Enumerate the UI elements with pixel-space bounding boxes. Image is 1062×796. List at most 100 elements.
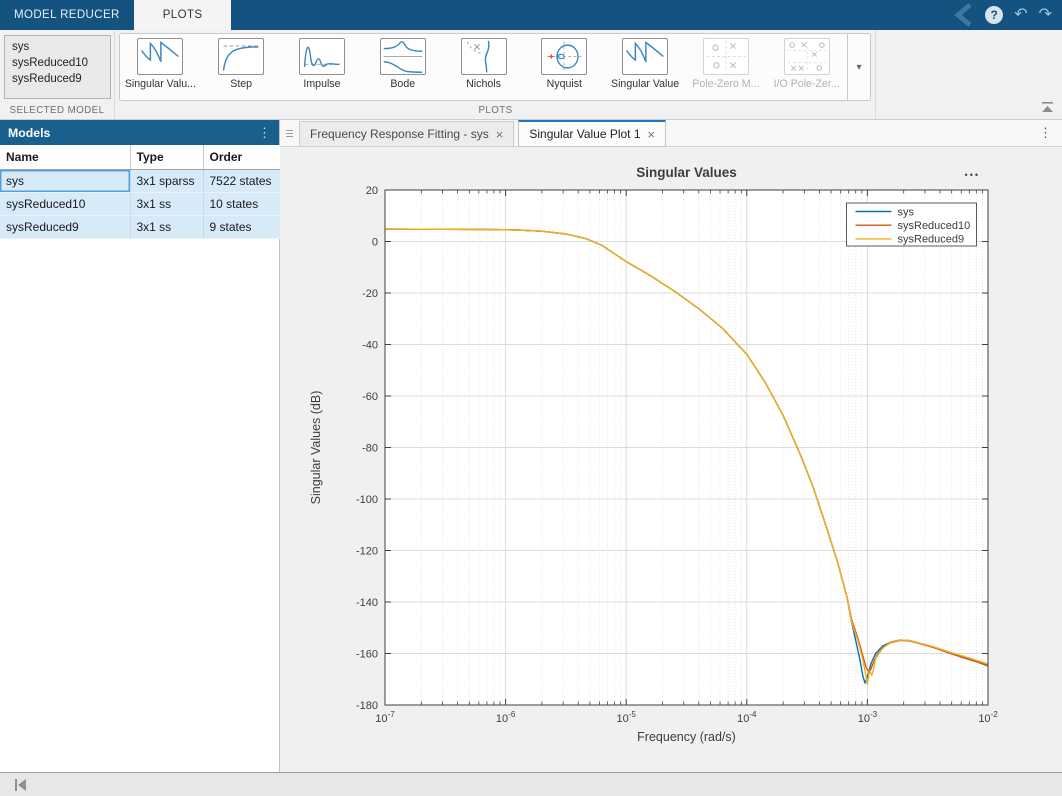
skip-to-start-icon[interactable] (14, 777, 28, 793)
models-panel-header: Models ⋮ (0, 120, 279, 145)
model-order-cell: 10 states (203, 193, 280, 216)
chevron-down-icon: ▾ (857, 62, 862, 73)
gallery-item-step[interactable]: Step (201, 34, 282, 100)
document-tabbar: Frequency Response Fitting - sys × Singu… (280, 120, 1062, 147)
singular-values-chart: 10-710-610-510-410-310-2200-20-40-60-80-… (280, 147, 1062, 772)
y-tick-label: -100 (356, 494, 378, 506)
chevron-left-icon (952, 3, 974, 27)
legend-entry-label: sysReduced9 (898, 234, 965, 246)
selected-model-line: sysReduced9 (12, 71, 103, 87)
models-panel-title: Models (8, 126, 50, 140)
selected-model-box[interactable]: sys sysReduced10 sysReduced9 (4, 35, 111, 99)
legend-entry-label: sys (898, 206, 915, 218)
collapse-ribbon-button[interactable] (1040, 101, 1055, 114)
panel-grip-icon[interactable] (280, 120, 296, 146)
model-name-cell: sysReduced9 (0, 216, 130, 239)
tab-frequency-response-fitting[interactable]: Frequency Response Fitting - sys × (299, 121, 514, 146)
y-tick-label: -160 (356, 649, 378, 661)
plots-gallery-section: Singular Valu... Step Impulse (116, 30, 876, 119)
gallery-item-label: Step (230, 78, 252, 90)
table-row[interactable]: sysReduced9 3x1 ss 9 states (0, 216, 280, 239)
chart-title: Singular Values (636, 165, 737, 180)
gallery-item-bode[interactable]: Bode (362, 34, 443, 100)
gallery-item-singular-value[interactable]: Singular Value (605, 34, 686, 100)
table-row[interactable]: sysReduced10 3x1 ss 10 states (0, 193, 280, 216)
y-tick-label: -180 (356, 700, 378, 712)
gallery-item-label: Nichols (466, 78, 501, 90)
gallery-item-label: I/O Pole-Zer... (774, 78, 840, 90)
tab-label: Frequency Response Fitting - sys (310, 127, 489, 141)
gallery-item-label: Bode (390, 78, 415, 90)
document-menu-icon[interactable]: ⋮ (1039, 125, 1062, 141)
gallery-item-label: Singular Value (611, 78, 679, 90)
ribbon-body: sys sysReduced10 sysReduced9 SELECTED MO… (0, 30, 1062, 120)
legend-entry-label: sysReduced10 (898, 220, 971, 232)
y-tick-label: -20 (362, 288, 378, 300)
close-icon[interactable]: × (648, 127, 656, 142)
axes-options-icon[interactable]: ••• (965, 170, 980, 180)
nichols-plot-icon (461, 38, 507, 75)
selected-model-caption: SELECTED MODEL (0, 105, 114, 116)
gallery-item-io-pole-zero: I/O Pole-Zer... (766, 34, 847, 100)
y-tick-label: -120 (356, 546, 378, 558)
nyquist-plot-icon (541, 38, 587, 75)
x-tick-label: 10-4 (737, 710, 757, 725)
plots-gallery: Singular Valu... Step Impulse (119, 33, 871, 101)
y-tick-label: 20 (366, 185, 378, 197)
model-type-cell: 3x1 ss (130, 216, 203, 239)
model-name-cell: sysReduced10 (0, 193, 130, 216)
impulse-plot-icon (299, 38, 345, 75)
gallery-item-singular-values[interactable]: Singular Valu... (120, 34, 201, 100)
column-header-name[interactable]: Name (0, 145, 130, 170)
column-header-order[interactable]: Order (203, 145, 280, 170)
model-order-cell: 9 states (203, 216, 280, 239)
gallery-item-impulse[interactable]: Impulse (282, 34, 363, 100)
tab-plots[interactable]: PLOTS (134, 0, 232, 30)
y-tick-label: -40 (362, 340, 378, 352)
panel-menu-icon[interactable]: ⋮ (258, 125, 271, 141)
y-tick-label: -80 (362, 443, 378, 455)
undo-icon[interactable]: ↶ (1014, 7, 1027, 23)
close-icon[interactable]: × (496, 127, 504, 142)
redo-icon[interactable]: ↷ (1039, 7, 1052, 23)
tab-singular-value-plot[interactable]: Singular Value Plot 1 × (518, 120, 666, 147)
x-tick-label: 10-7 (375, 710, 395, 725)
model-name-cell: sys (0, 170, 130, 193)
models-panel: Models ⋮ Name Type Order sys 3x1 sparss … (0, 120, 280, 772)
y-tick-label: -140 (356, 597, 378, 609)
ribbon-tabbar: MODEL REDUCER PLOTS ? ↶ ↷ (0, 0, 1062, 30)
gallery-dropdown-button[interactable]: ▾ (847, 34, 870, 100)
column-header-type[interactable]: Type (130, 145, 203, 170)
model-order-cell: 7522 states (203, 170, 280, 193)
singular-values-plot-panel: 10-710-610-510-410-310-2200-20-40-60-80-… (280, 147, 1062, 772)
status-bar (0, 772, 1062, 796)
gallery-item-label: Pole-Zero M... (692, 78, 759, 90)
x-tick-label: 10-3 (858, 710, 878, 725)
gallery-item-pole-zero-map: Pole-Zero M... (685, 34, 766, 100)
selected-model-section: sys sysReduced10 sysReduced9 SELECTED MO… (0, 30, 115, 119)
gallery-item-label: Impulse (303, 78, 340, 90)
collapse-ribbon-icon (1040, 101, 1055, 114)
table-row[interactable]: sys 3x1 sparss 7522 states (0, 170, 280, 193)
step-plot-icon (218, 38, 264, 75)
model-type-cell: 3x1 sparss (130, 170, 203, 193)
gallery-item-label: Singular Valu... (125, 78, 196, 90)
models-table: Name Type Order sys 3x1 sparss 7522 stat… (0, 145, 280, 239)
tab-label: Singular Value Plot 1 (529, 127, 640, 141)
help-button[interactable]: ? (985, 6, 1003, 24)
bode-plot-icon (380, 38, 426, 75)
help-icon: ? (991, 8, 998, 22)
gallery-item-nichols[interactable]: Nichols (443, 34, 524, 100)
model-type-cell: 3x1 ss (130, 193, 203, 216)
selected-model-line: sys (12, 39, 103, 55)
quick-access-toolbar: ? ↶ ↷ (952, 0, 1052, 30)
plots-gallery-caption: PLOTS (116, 105, 875, 116)
tab-model-reducer[interactable]: MODEL REDUCER (0, 0, 134, 30)
y-axis-label: Singular Values (dB) (309, 391, 323, 505)
gallery-item-nyquist[interactable]: Nyquist (524, 34, 605, 100)
selected-model-line: sysReduced10 (12, 55, 103, 71)
gallery-item-label: Nyquist (547, 78, 582, 90)
y-tick-label: -60 (362, 391, 378, 403)
x-tick-label: 10-6 (496, 710, 516, 725)
io-pole-zero-icon (784, 38, 830, 75)
